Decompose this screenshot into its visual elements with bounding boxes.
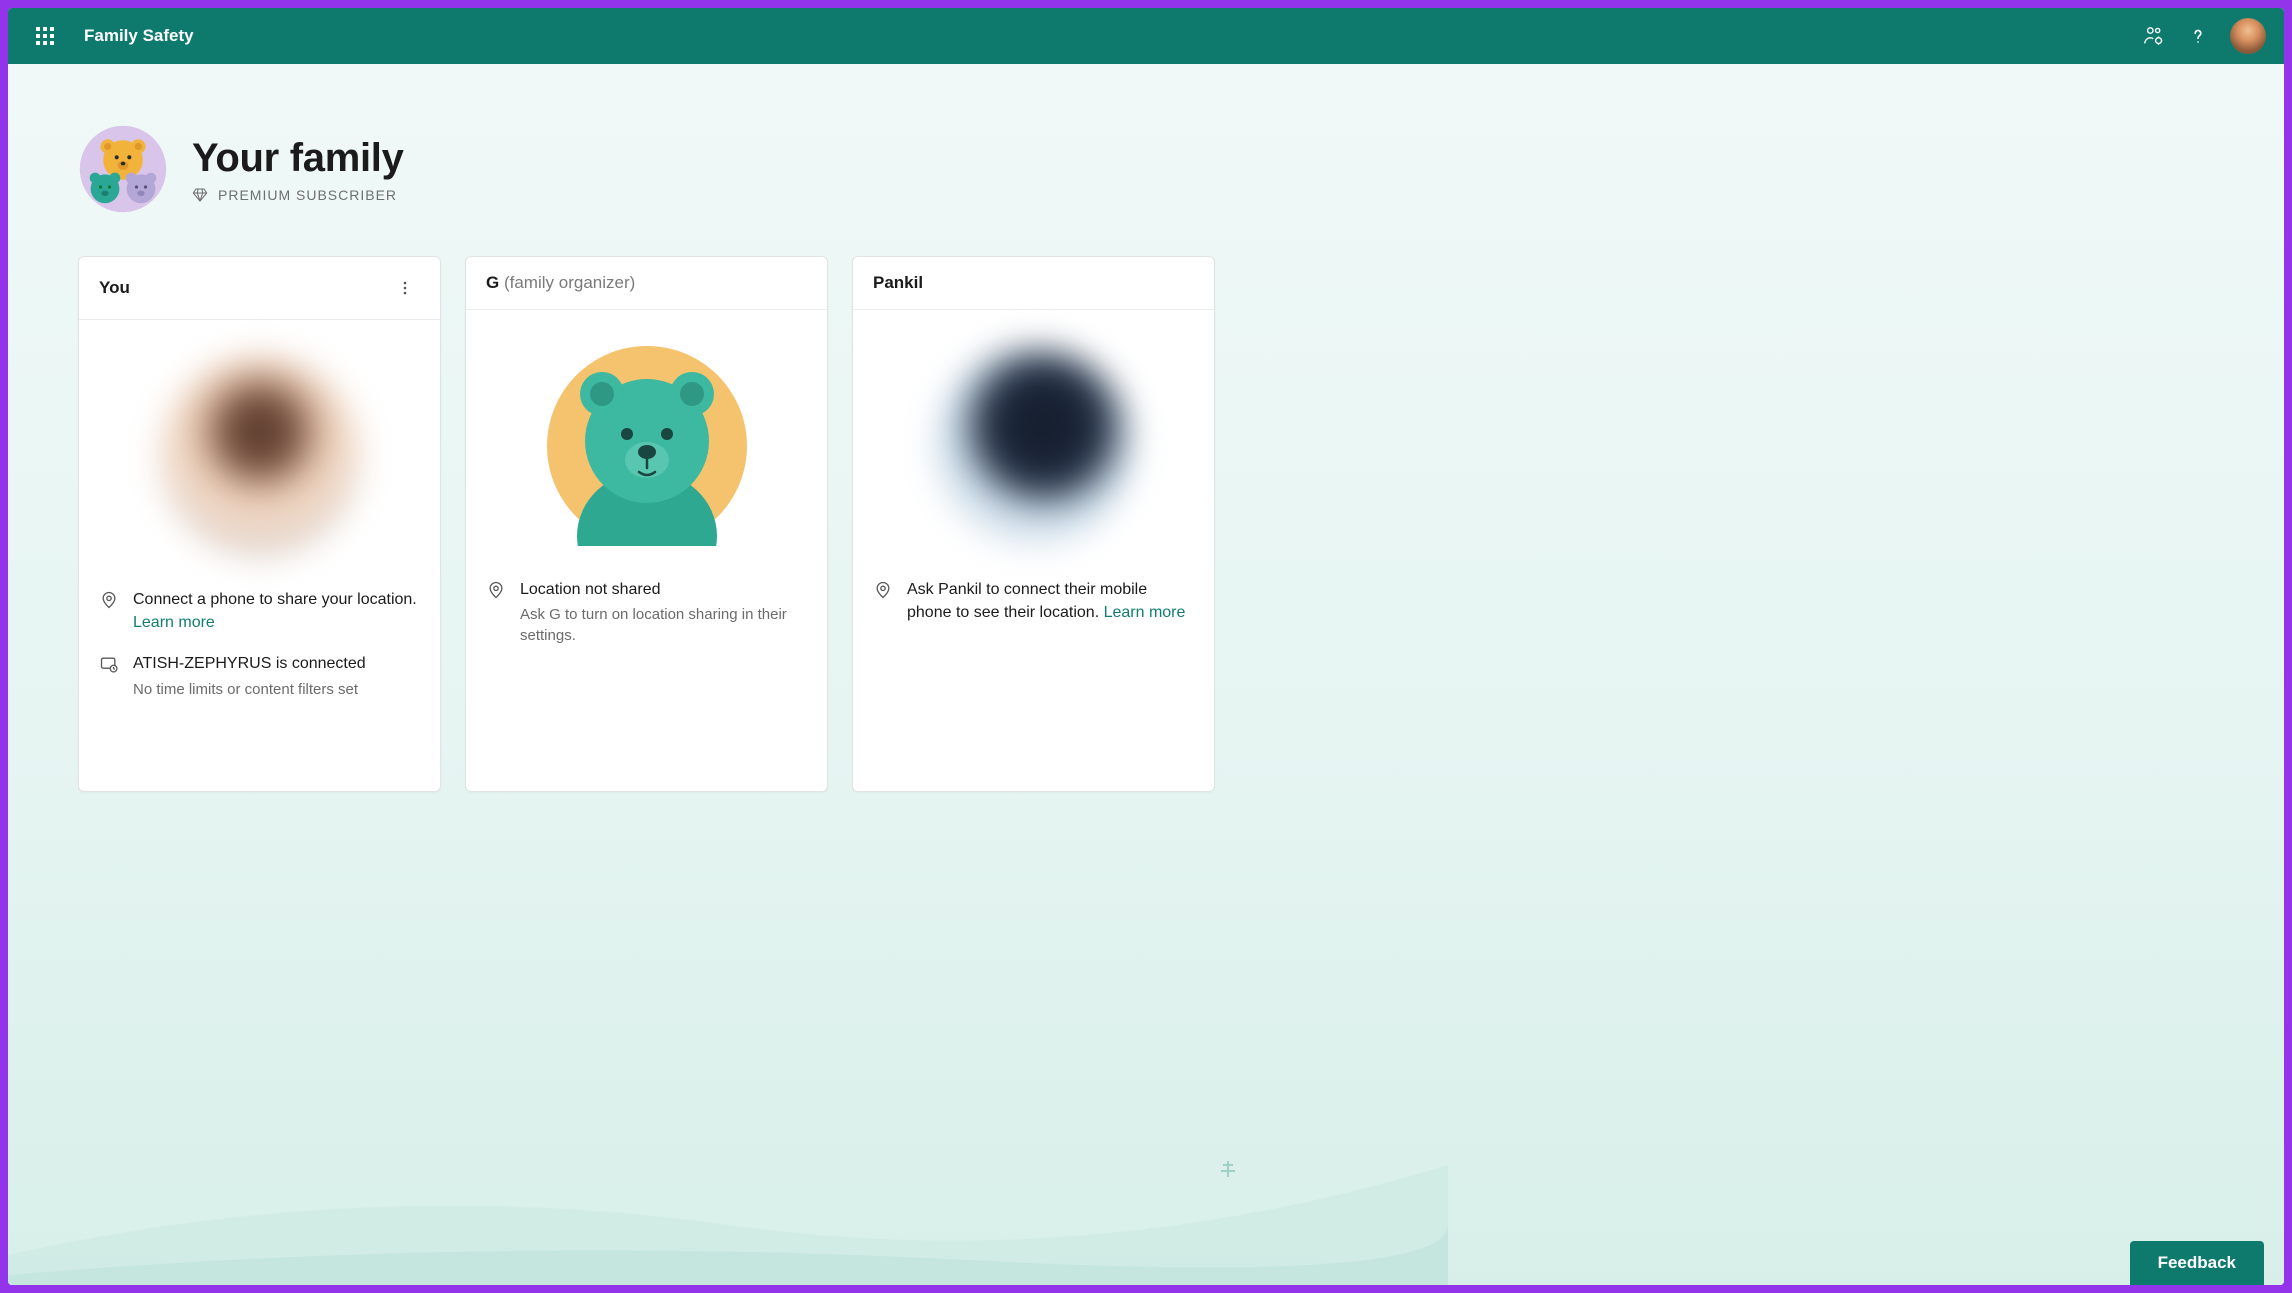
app-launcher-button[interactable] — [26, 17, 64, 55]
diamond-icon — [192, 187, 208, 203]
learn-more-link[interactable]: Learn more — [1104, 604, 1186, 621]
location-icon — [99, 590, 119, 615]
page-title: Your family — [192, 136, 404, 181]
member-card-g[interactable]: G (family organizer) — [465, 256, 828, 792]
member-card-you[interactable]: You — [78, 256, 441, 792]
member-name: Pankil — [873, 273, 923, 293]
location-icon — [873, 580, 893, 605]
more-options-button[interactable] — [390, 273, 420, 303]
location-icon — [486, 580, 506, 605]
member-card-pankil[interactable]: Pankil Ask Pankil to con — [852, 256, 1215, 792]
people-settings-icon — [2143, 25, 2165, 47]
family-member-cards: You — [78, 256, 1338, 792]
help-icon — [2187, 25, 2209, 47]
waffle-icon — [36, 27, 54, 45]
member-avatar — [547, 346, 747, 546]
settings-button[interactable] — [2132, 14, 2176, 58]
background-hills — [8, 1085, 1448, 1285]
feedback-button[interactable]: Feedback — [2130, 1241, 2264, 1285]
member-name: You — [99, 278, 130, 298]
member-name: G (family organizer) — [486, 273, 635, 293]
detail-device: ATISH-ZEPHYRUS is connected No time limi… — [99, 652, 420, 699]
premium-label: PREMIUM SUBSCRIBER — [218, 187, 397, 203]
device-icon — [99, 654, 119, 679]
account-avatar-button[interactable] — [2230, 18, 2266, 54]
member-avatar — [934, 346, 1134, 546]
learn-more-link[interactable]: Learn more — [133, 614, 215, 631]
member-avatar — [160, 356, 360, 556]
main-content: Your family PREMIUM SUBSCRIBER — [8, 64, 2284, 1285]
help-button[interactable] — [2176, 14, 2220, 58]
detail-location: Location not shared Ask G to turn on loc… — [486, 578, 807, 646]
detail-location: Ask Pankil to connect their mobile phone… — [873, 578, 1194, 624]
detail-location: Connect a phone to share your location. … — [99, 588, 420, 634]
family-illustration — [78, 124, 168, 214]
premium-badge: PREMIUM SUBSCRIBER — [192, 187, 404, 203]
app-title[interactable]: Family Safety — [84, 26, 194, 46]
more-vertical-icon — [397, 280, 413, 296]
app-header: Family Safety — [8, 8, 2284, 64]
page-header: Your family PREMIUM SUBSCRIBER — [78, 124, 1338, 214]
